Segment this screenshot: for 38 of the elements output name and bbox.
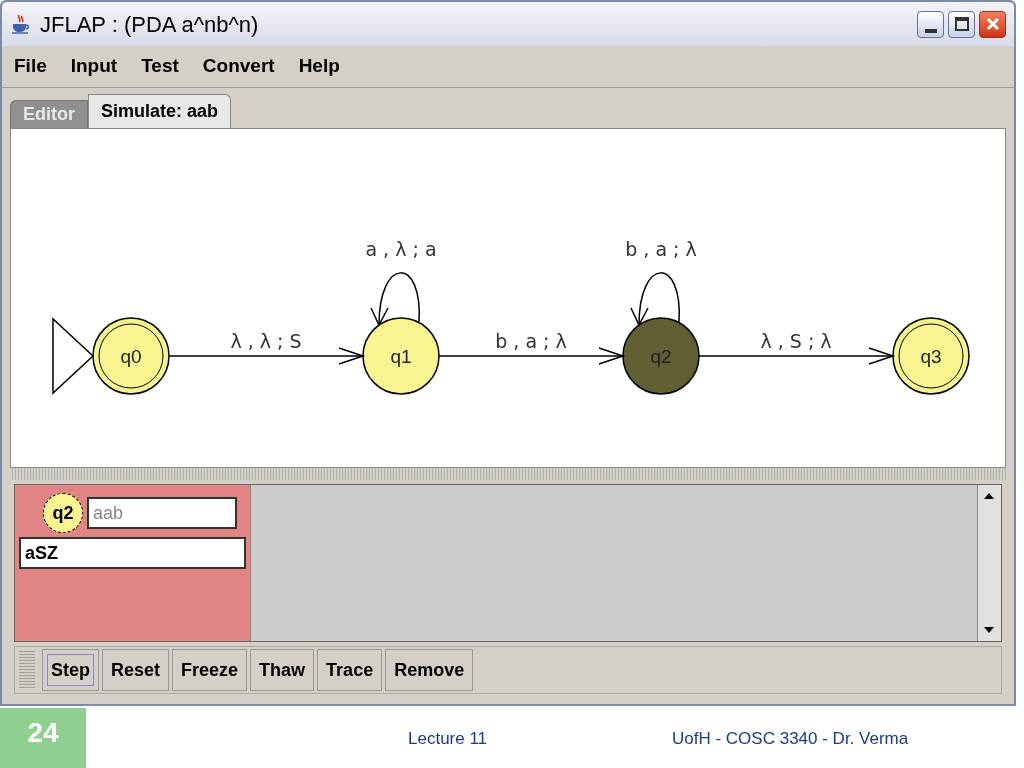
menu-item[interactable]: Test [137,52,183,81]
loop-arrow[interactable] [630,272,680,327]
close-button[interactable] [979,10,1006,38]
menu-item[interactable]: Input [66,52,122,81]
input-tape: aab [87,497,237,529]
stack-contents: aSZ [19,537,246,569]
toolbar-button[interactable]: Step [42,649,99,691]
transition-label: λ , S ; λ [760,330,832,352]
menu-item[interactable]: Convert [198,52,279,81]
transition-label: b , a ; λ [495,330,567,352]
window-title: JFLAP : (PDA a^nb^n) [40,10,259,39]
toolbar-button[interactable]: Freeze [172,649,248,691]
transition-label: λ , λ ; S [230,330,302,352]
toolbar-button[interactable]: Thaw [250,649,315,691]
footer-text: Lecture 11 [408,728,488,750]
state-badge: q2 [43,493,83,533]
close-icon [985,17,1000,31]
transition-label: b , a ; λ [625,238,697,260]
menu-item[interactable]: Help [294,52,344,81]
maximize-icon [954,17,969,31]
toolbar-button[interactable]: Trace [317,649,383,691]
tab[interactable]: Simulate: aab [88,94,232,128]
loop-arrow[interactable] [370,272,420,327]
coffee-cup-icon [10,13,32,35]
state-node[interactable]: q1 [362,317,440,395]
scrollbar[interactable] [977,485,1001,641]
menu-item[interactable]: File [10,52,51,81]
state-node[interactable]: q3 [892,317,970,395]
transition-label: a , λ ; a [365,238,437,260]
maximize-button[interactable] [948,10,975,38]
slide-number: 24 [0,708,86,768]
minimize-icon [924,28,937,33]
state-node[interactable]: q0 [92,317,170,395]
minimize-button[interactable] [917,10,944,38]
toolbar-button[interactable]: Remove [385,649,474,691]
toolbar-button[interactable]: Reset [102,649,170,691]
configuration-card[interactable]: q2 aab aSZ [15,485,251,641]
footer-text: UofH - COSC 3340 - Dr. Verma [672,728,909,750]
